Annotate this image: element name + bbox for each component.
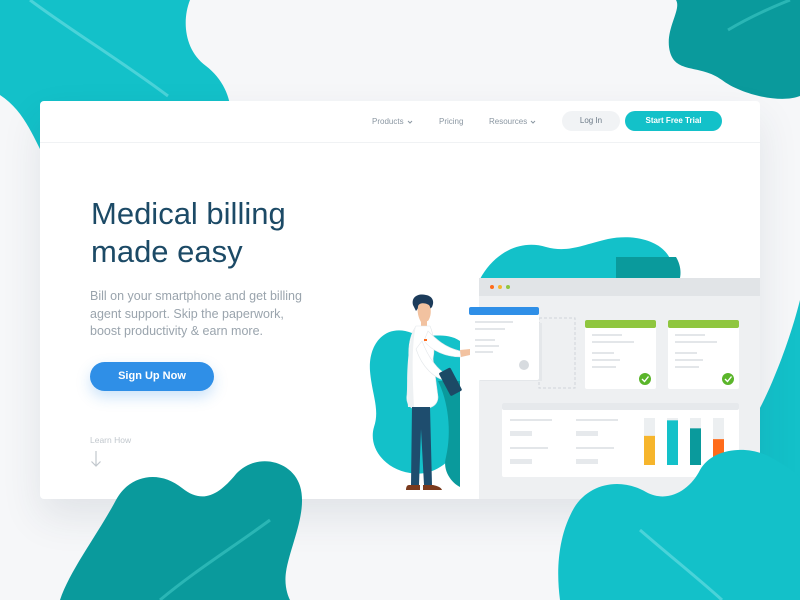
mini-bar: [667, 420, 678, 465]
chevron-down-icon: [406, 118, 414, 126]
hero-title-line-2: made easy: [91, 234, 243, 269]
hero-subtitle-line-2: agent support. Skip the paperwork,: [90, 306, 284, 321]
doctor-hand-right: [460, 349, 470, 357]
mini-bar: [690, 428, 701, 465]
hero-subtitle: Bill on your smartphone and get billing …: [90, 288, 340, 341]
floating-card-line: [475, 339, 495, 341]
learn-how-link[interactable]: Learn How: [90, 435, 131, 445]
arrow-down-icon[interactable]: [90, 450, 102, 468]
sign-up-button[interactable]: Sign Up Now: [90, 362, 214, 391]
hero-subtitle-line-1: Bill on your smartphone and get billing: [90, 289, 302, 303]
window-dot-maximize: [506, 285, 510, 289]
doctor-face: [417, 303, 431, 322]
mini-bar: [713, 439, 724, 465]
doctor-badge: [424, 339, 427, 341]
floating-card-header: [469, 307, 539, 315]
nav-pricing[interactable]: Pricing: [439, 117, 463, 126]
top-nav: Products Pricing Resources Log In Start …: [40, 101, 760, 143]
hero-subtitle-line-3: boost productivity & earn more.: [90, 324, 263, 338]
start-free-trial-button[interactable]: Start Free Trial: [625, 111, 722, 131]
nav-resources-label: Resources: [489, 117, 528, 126]
nav-products[interactable]: Products: [372, 117, 414, 126]
floating-card-line: [475, 345, 499, 347]
landing-card: Products Pricing Resources Log In Start …: [40, 101, 760, 499]
doctor-shoe-right: [423, 485, 442, 490]
floating-card-line: [475, 351, 493, 353]
status-card-2: [668, 320, 739, 389]
login-button[interactable]: Log In: [562, 111, 620, 131]
dashboard-titlebar: [479, 278, 760, 296]
window-dot-minimize: [498, 285, 502, 289]
status-card-1: [585, 320, 656, 389]
mini-bar: [644, 435, 655, 465]
chevron-down-icon: [529, 118, 537, 126]
floating-card-dot: [519, 360, 529, 370]
doctor-shoe-left: [406, 485, 420, 490]
stats-panel: [502, 403, 739, 477]
checkmark-icon: [722, 373, 734, 385]
hero-title-line-1: Medical billing: [91, 196, 286, 231]
leaf-top-right: [668, 0, 800, 99]
floating-card-line: [475, 321, 513, 323]
nav-pricing-label: Pricing: [439, 117, 464, 126]
window-dot-close: [490, 285, 494, 289]
floating-card: [469, 307, 539, 380]
floating-card-line: [475, 328, 505, 330]
nav-resources[interactable]: Resources: [489, 117, 537, 126]
nav-products-label: Products: [372, 117, 404, 126]
checkmark-icon: [639, 373, 651, 385]
hero-illustration: [369, 237, 760, 499]
